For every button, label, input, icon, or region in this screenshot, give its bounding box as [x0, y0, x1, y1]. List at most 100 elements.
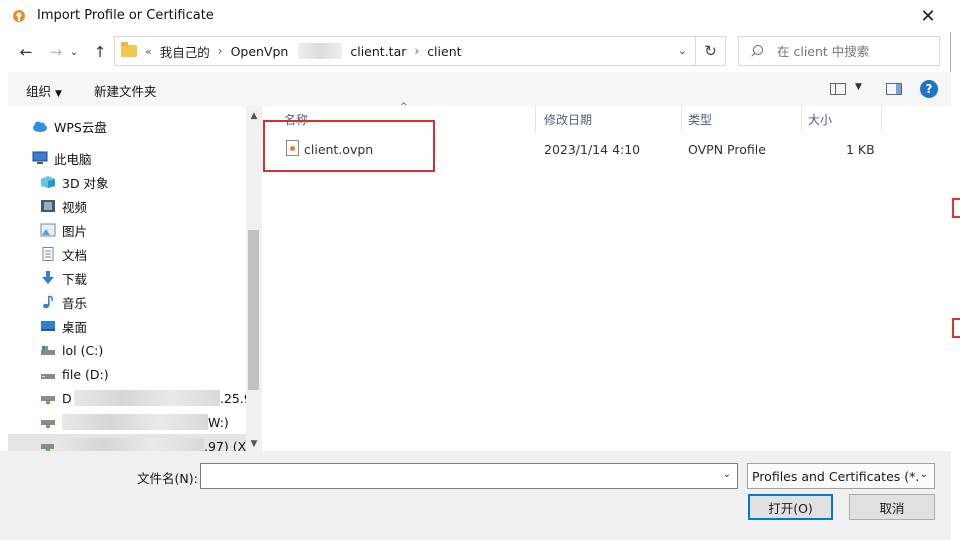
drive-icon	[41, 346, 55, 355]
address-bar[interactable]: « 我自己的 › OpenVpn client.tar › client ⌄	[114, 36, 696, 66]
open-button[interactable]: 打开(O)	[748, 494, 833, 520]
chevron-down-icon[interactable]: ⌄	[723, 469, 731, 480]
folder-icon	[121, 42, 137, 57]
sidebar-item-network-drive[interactable]: D .25.9	[8, 386, 252, 410]
file-type-filter[interactable]: Profiles and Certificates (*.ovpn;*.p12;…	[747, 463, 935, 489]
breadcrumb-item[interactable]: 我自己的	[160, 42, 210, 61]
sidebar-item-3d-objects[interactable]: 3D 对象	[8, 170, 248, 194]
sidebar-item-drive-c[interactable]: lol (C:)	[8, 338, 248, 362]
redacted-region	[298, 43, 343, 59]
computer-icon	[32, 151, 48, 164]
search-icon	[751, 45, 763, 57]
import-dialog: Import Profile or Certificate ✕ ← → ⌄ ↑ …	[0, 0, 951, 540]
window-title: Import Profile or Certificate	[37, 8, 214, 23]
caret-down-icon: ▼	[55, 89, 62, 99]
view-options-icon[interactable]	[830, 83, 846, 95]
filename-combobox[interactable]: ⌄	[200, 463, 738, 489]
document-icon	[42, 247, 54, 261]
breadcrumb-separator[interactable]: ›	[218, 44, 223, 58]
network-drive-icon	[41, 396, 55, 404]
sidebar-item-downloads[interactable]: 下载	[8, 266, 248, 290]
search-input[interactable]	[777, 43, 937, 59]
sidebar-item-pictures[interactable]: 图片	[8, 218, 248, 242]
sidebar-item-label: 音乐	[62, 295, 88, 311]
sidebar-item-label: WPS云盘	[54, 119, 107, 135]
redacted-region	[54, 438, 204, 451]
column-header-size[interactable]: 大小	[802, 106, 882, 132]
breadcrumb-item[interactable]: OpenVpn	[231, 44, 289, 59]
up-button[interactable]: ↑	[88, 40, 112, 64]
close-button[interactable]: ✕	[905, 0, 951, 32]
cancel-button[interactable]: 取消	[849, 494, 935, 520]
search-box[interactable]	[738, 36, 940, 66]
ovpn-file-icon	[286, 140, 299, 156]
sidebar-item-label: file (D:)	[62, 366, 109, 382]
column-header-modified[interactable]: 修改日期	[538, 106, 682, 132]
sidebar-item-drive-d[interactable]: file (D:)	[8, 362, 248, 386]
sidebar-item-label: D	[62, 390, 72, 406]
sidebar-item-videos[interactable]: 视频	[8, 194, 248, 218]
organize-button[interactable]: 组织 ▼	[26, 81, 62, 100]
file-type: OVPN Profile	[688, 142, 766, 157]
file-list: ^ 名称 修改日期 类型 大小 client.ovpn 2023/1/14 4:…	[262, 102, 951, 451]
recent-locations-button[interactable]: ⌄	[66, 40, 82, 64]
file-size: 1 KB	[846, 142, 875, 157]
new-folder-button[interactable]: 新建文件夹	[94, 81, 157, 100]
address-dropdown-icon[interactable]: ⌄	[678, 44, 687, 57]
breadcrumb-overflow[interactable]: «	[145, 45, 152, 58]
sidebar-item-label: 桌面	[62, 319, 88, 335]
column-header-type[interactable]: 类型	[682, 106, 802, 132]
navigation-scrollbar[interactable]: ▲ ▼	[246, 106, 262, 451]
file-modified: 2023/1/14 4:10	[544, 142, 641, 157]
background-mark	[952, 198, 960, 218]
sidebar-item-wps-cloud[interactable]: WPS云盘	[8, 114, 248, 138]
sidebar-item-suffix: W:)	[208, 414, 229, 430]
back-button[interactable]: ←	[14, 40, 38, 64]
breadcrumb-item[interactable]: client	[427, 44, 461, 59]
sidebar-item-this-pc[interactable]: 此电脑	[8, 146, 248, 170]
scroll-down-icon[interactable]: ▼	[246, 436, 262, 452]
breadcrumb-separator[interactable]: ›	[414, 44, 419, 58]
sidebar-item-network-drive[interactable]: .97) (X	[8, 434, 248, 451]
column-header-name[interactable]: 名称	[278, 106, 536, 132]
music-icon	[43, 295, 53, 309]
sidebar-item-desktop[interactable]: 桌面	[8, 314, 248, 338]
view-dropdown-icon[interactable]: ▼	[855, 82, 862, 92]
file-name: client.ovpn	[304, 142, 374, 157]
download-icon	[42, 271, 54, 284]
sidebar-item-label: lol (C:)	[62, 342, 104, 358]
redacted-region	[74, 390, 220, 406]
picture-icon	[40, 223, 56, 237]
background-window	[950, 0, 960, 540]
scroll-thumb[interactable]	[248, 230, 259, 390]
sidebar-item-music[interactable]: 音乐	[8, 290, 248, 314]
drive-icon	[41, 374, 55, 379]
sidebar-item-suffix: .97) (X	[204, 438, 247, 452]
chevron-down-icon: ⌄	[919, 469, 928, 480]
sidebar-item-label: 3D 对象	[62, 175, 109, 191]
breadcrumb-item[interactable]: client.tar	[350, 44, 406, 59]
file-row[interactable]: client.ovpn 2023/1/14 4:10 OVPN Profile …	[276, 136, 896, 162]
scroll-up-icon[interactable]: ▲	[246, 108, 262, 124]
cloud-icon	[33, 121, 47, 132]
preview-pane-icon[interactable]	[886, 83, 902, 95]
forward-button[interactable]: →	[44, 40, 68, 64]
sidebar-item-documents[interactable]: 文档	[8, 242, 248, 266]
dialog-footer: 文件名(N): ⌄ Profiles and Certificates (*.o…	[0, 451, 951, 540]
network-drive-icon	[41, 420, 55, 428]
help-icon[interactable]: ?	[920, 80, 938, 98]
filename-input[interactable]	[205, 468, 705, 484]
sidebar-item-network-drive[interactable]: W:)	[8, 410, 248, 434]
redacted-region	[62, 414, 208, 430]
background-mark	[952, 318, 960, 338]
navigation-pane: WPS云盘 此电脑 3D 对象 视频 图片 文档 下载 音乐 桌面 lol (C…	[8, 106, 260, 451]
file-type-filter-value: Profiles and Certificates (*.ovpn;*.p12;…	[752, 468, 920, 484]
openvpn-icon	[13, 10, 25, 22]
organize-label: 组织	[26, 84, 52, 99]
cube-icon	[41, 176, 55, 188]
refresh-button[interactable]: ↻	[696, 36, 726, 66]
filename-label: 文件名(N):	[137, 471, 198, 486]
navigation-row: ← → ⌄ ↑ « 我自己的 › OpenVpn client.tar › cl…	[0, 34, 951, 70]
sidebar-item-label: 图片	[62, 223, 88, 239]
video-icon	[41, 200, 55, 212]
